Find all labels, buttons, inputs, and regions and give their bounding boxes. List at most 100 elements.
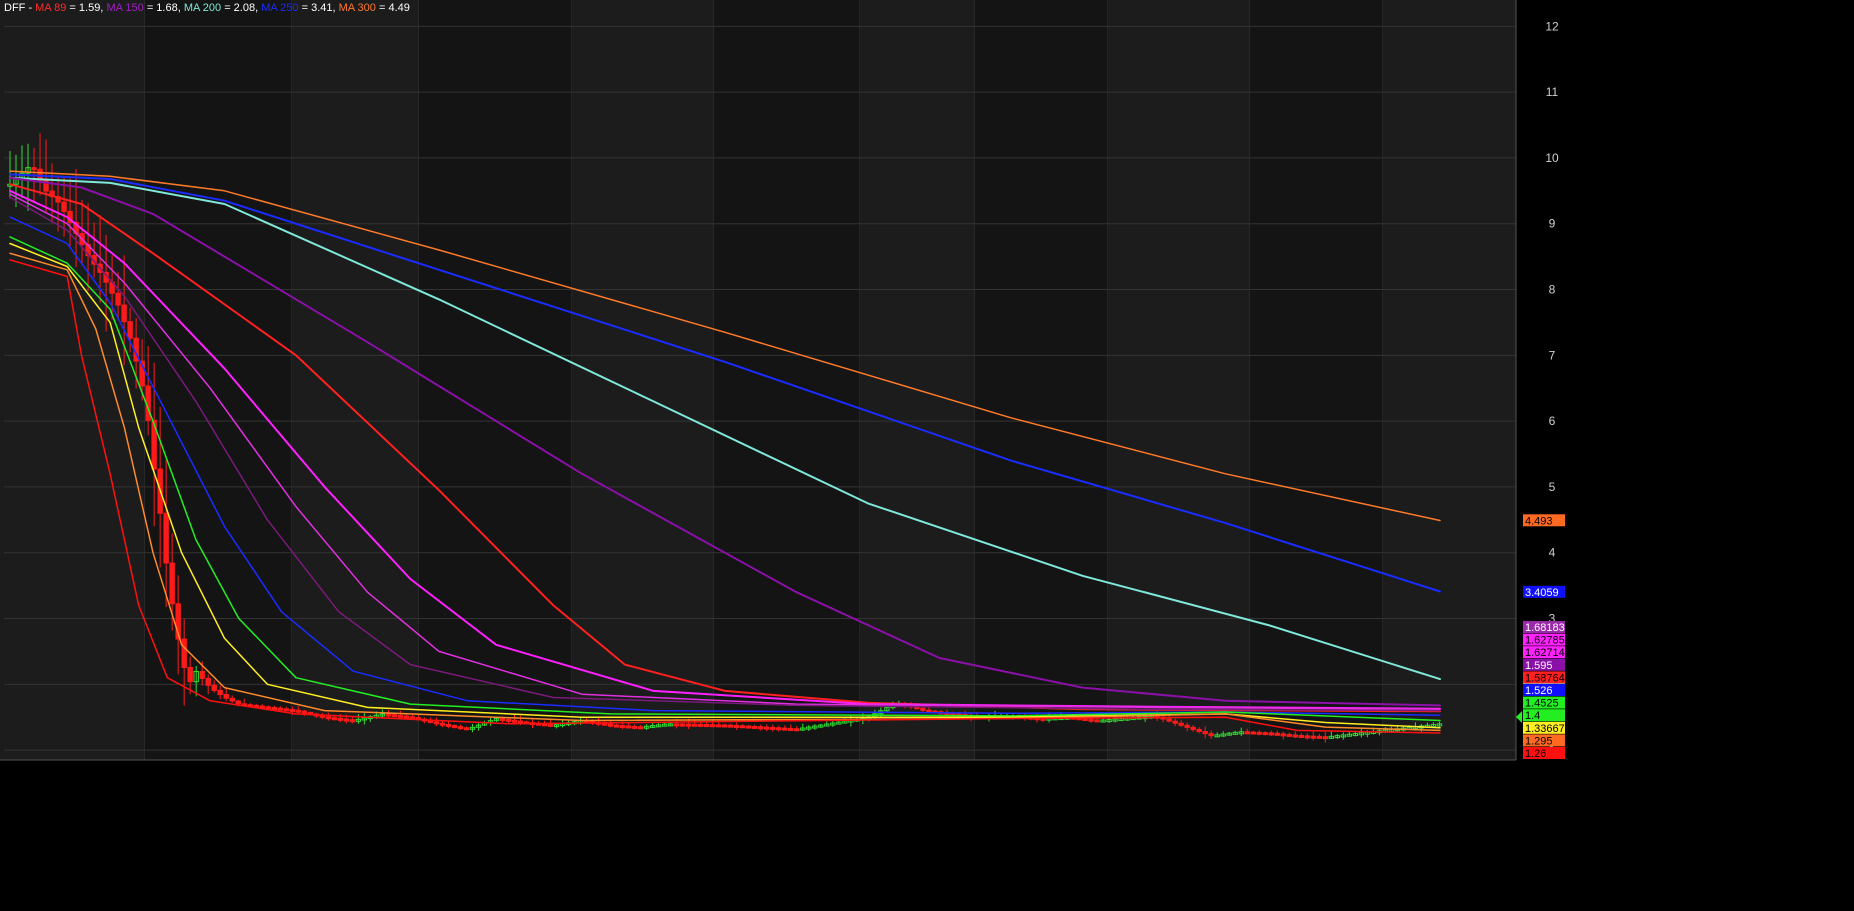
candle-body bbox=[679, 723, 686, 727]
candle-body bbox=[764, 726, 770, 730]
candle-body bbox=[1274, 732, 1280, 736]
candle-body bbox=[788, 727, 794, 731]
candle-body bbox=[331, 717, 338, 721]
candle-body bbox=[920, 707, 926, 711]
y-tick-label: 5 bbox=[1549, 480, 1556, 494]
candle-body bbox=[1190, 726, 1196, 730]
candle-body bbox=[439, 722, 446, 726]
candle-body bbox=[343, 718, 350, 722]
candle-body bbox=[277, 707, 283, 711]
candle-body bbox=[716, 724, 722, 728]
candle-body bbox=[607, 723, 614, 727]
candle-body bbox=[758, 726, 764, 730]
legend-ma200-label: MA 200 bbox=[183, 2, 222, 14]
candle-body bbox=[631, 725, 638, 729]
price-tag-text: 3.4059 bbox=[1525, 587, 1559, 599]
candle-body bbox=[1208, 733, 1214, 737]
candle-body bbox=[511, 719, 518, 723]
price-tag: 1.526 bbox=[1523, 684, 1565, 697]
candle-body bbox=[740, 725, 746, 729]
price-chart[interactable]: 1211109876543214.4933.40592.077131.68183… bbox=[0, 0, 1854, 911]
candle-body bbox=[385, 713, 392, 717]
legend-ma250-value: = 3.41, bbox=[301, 2, 336, 14]
candle-body bbox=[403, 715, 410, 719]
candle-body bbox=[463, 727, 470, 731]
candle-body bbox=[457, 726, 464, 730]
candle-body bbox=[1262, 732, 1268, 736]
candle-body bbox=[517, 720, 524, 724]
candle-body bbox=[61, 201, 67, 212]
price-tag-text: 1.26 bbox=[1525, 748, 1546, 760]
candle-body bbox=[1250, 731, 1256, 735]
candle-body bbox=[211, 684, 217, 691]
candle-body bbox=[770, 726, 776, 730]
candle-body bbox=[710, 724, 716, 728]
chart-legend: DFF - MA 89 = 1.59, MA 150 = 1.68, MA 20… bbox=[4, 2, 410, 14]
candle-body bbox=[433, 721, 440, 725]
price-tag-text: 4.493 bbox=[1525, 515, 1553, 527]
candle-body bbox=[691, 723, 698, 727]
chart-band bbox=[145, 0, 292, 760]
price-tag: 1.295 bbox=[1523, 734, 1565, 747]
candle-body bbox=[722, 724, 728, 728]
price-tag-text: 1.62714 bbox=[1525, 647, 1565, 659]
candle-body bbox=[685, 723, 692, 727]
legend-ma300-label: MA 300 bbox=[338, 2, 376, 14]
price-tag-text: 1.526 bbox=[1525, 685, 1553, 697]
candle-body bbox=[1304, 735, 1310, 739]
chart-band bbox=[714, 0, 860, 760]
candle-body bbox=[782, 727, 788, 731]
chart-band bbox=[1250, 0, 1383, 760]
candle-body bbox=[31, 167, 37, 171]
candle-body bbox=[283, 708, 289, 712]
chart-band bbox=[419, 0, 572, 760]
chart-band bbox=[292, 0, 419, 760]
y-tick-label: 4 bbox=[1549, 546, 1556, 560]
candle-body bbox=[121, 304, 127, 323]
candle-body bbox=[752, 725, 758, 729]
legend-ma300-value: = 4.49 bbox=[378, 2, 410, 14]
candle-body bbox=[613, 724, 620, 728]
candle-body bbox=[734, 724, 740, 728]
price-tag: 1.26 bbox=[1523, 747, 1565, 760]
candle-body bbox=[776, 727, 782, 731]
candle-body bbox=[199, 670, 205, 679]
price-tag: 1.33667 bbox=[1523, 721, 1565, 735]
candle-body bbox=[1268, 732, 1274, 736]
price-tag-text: 1.62785 bbox=[1525, 635, 1565, 647]
y-tick-label: 10 bbox=[1545, 151, 1559, 165]
candle-body bbox=[187, 666, 193, 683]
candle-body bbox=[235, 700, 241, 705]
price-tag: 1.4525 bbox=[1523, 696, 1565, 710]
candle-body bbox=[499, 718, 506, 722]
chart-band bbox=[0, 0, 145, 760]
candle-body bbox=[697, 723, 704, 727]
legend-ma250-label: MA 250 bbox=[261, 2, 299, 14]
legend-ma150-value: = 1.68, bbox=[146, 2, 181, 14]
candle-body bbox=[1322, 736, 1329, 740]
candle-body bbox=[1256, 731, 1262, 735]
candle-body bbox=[1310, 735, 1317, 739]
price-tag-text: 1.68183 bbox=[1525, 622, 1565, 634]
candle-body bbox=[223, 694, 229, 699]
legend-ma150-label: MA 150 bbox=[106, 2, 144, 14]
price-tag: 4.493 bbox=[1523, 514, 1565, 527]
candle-body bbox=[229, 697, 235, 702]
candle-body bbox=[1184, 724, 1190, 728]
candle-body bbox=[1292, 734, 1298, 738]
candle-body bbox=[181, 638, 187, 668]
candle-body bbox=[794, 728, 800, 732]
price-tag-text: 1.4 bbox=[1525, 710, 1540, 722]
legend-symbol: DFF bbox=[4, 2, 26, 14]
legend-ma89-label: MA 89 bbox=[35, 2, 67, 14]
candle-body bbox=[625, 725, 632, 729]
price-tag: 1.62714 bbox=[1523, 646, 1565, 659]
candle-body bbox=[619, 725, 626, 729]
candle-body bbox=[1166, 718, 1172, 722]
candle-body bbox=[1280, 733, 1286, 737]
candle-body bbox=[169, 562, 175, 605]
candle-body bbox=[325, 716, 332, 720]
candle-body bbox=[637, 726, 644, 730]
y-tick-label: 7 bbox=[1549, 348, 1556, 362]
candle-body bbox=[1178, 722, 1184, 726]
